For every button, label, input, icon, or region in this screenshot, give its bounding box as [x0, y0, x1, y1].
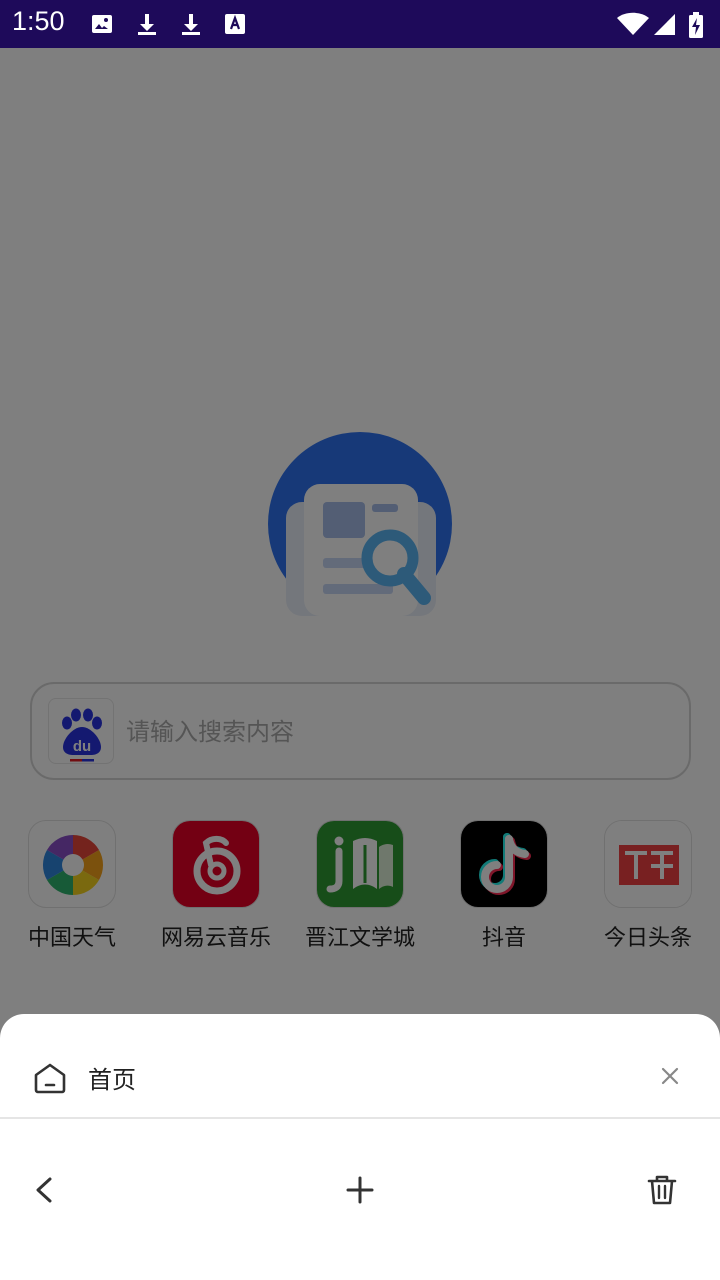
close-icon[interactable]: [654, 1060, 686, 1092]
signal-icon: [653, 12, 677, 36]
download-icon: [135, 12, 159, 36]
tab-item[interactable]: 首页: [0, 1014, 720, 1118]
image-icon: [90, 12, 114, 36]
download-icon: [179, 12, 203, 36]
text-icon: [223, 12, 247, 36]
back-icon[interactable]: [24, 1170, 64, 1210]
status-bar: 1:50: [0, 0, 720, 48]
battery-charging-icon: [688, 12, 704, 38]
divider: [0, 1117, 720, 1119]
trash-icon[interactable]: [642, 1170, 682, 1210]
plus-icon[interactable]: [340, 1170, 380, 1210]
home-icon: [32, 1060, 68, 1096]
wifi-icon: [616, 12, 650, 36]
tab-manager-sheet: 首页: [0, 1014, 720, 1280]
status-time: 1:50: [12, 6, 65, 36]
tab-title: 首页: [88, 1066, 136, 1094]
